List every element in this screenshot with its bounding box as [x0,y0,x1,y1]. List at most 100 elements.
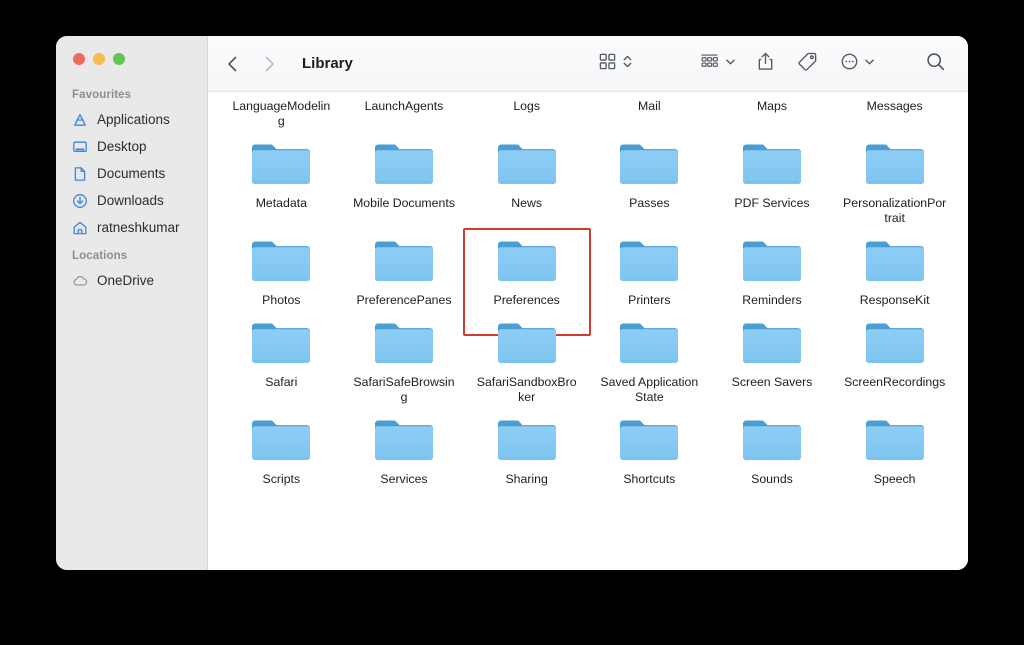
folder-icon [496,236,558,286]
folder-label: SafariSandboxBroker [476,375,577,404]
folder-item[interactable]: SafariSafeBrowsing [343,308,466,405]
folder-item[interactable]: Scripts [220,405,343,487]
folder-item[interactable]: ResponseKit [833,226,956,308]
folder-item[interactable]: Mail [588,92,711,129]
folder-item[interactable]: LaunchAgents [343,92,466,129]
folder-icon [250,236,312,286]
home-icon [72,220,88,236]
folder-item[interactable]: SafariSandboxBroker [465,308,588,405]
toolbar: Library [208,36,968,92]
sidebar-group-title: Favourites [72,89,132,101]
folder-item[interactable]: Mobile Documents [343,129,466,226]
sidebar-item-ratneshkumar[interactable]: ratneshkumar [56,214,207,241]
sidebar-item-onedrive[interactable]: OneDrive [56,267,207,294]
folder-item[interactable]: Shortcuts [588,405,711,487]
grid-view-icon [598,52,617,76]
folder-icon [618,236,680,286]
folder-label: PDF Services [734,196,810,210]
tag-icon [797,51,818,77]
folder-label: Scripts [262,472,301,486]
tag-button[interactable] [797,51,818,77]
sidebar-item-applications[interactable]: Applications [56,106,207,133]
folder-item[interactable]: Printers [588,226,711,308]
folder-label: Metadata [255,196,307,210]
more-options-button[interactable] [840,52,875,76]
sidebar-item-downloads[interactable]: Downloads [56,187,207,214]
folder-item[interactable]: LanguageModeling [220,92,343,129]
finder-window: Favourites Applications Desktop Documents Do… [56,36,968,570]
folder-icon [373,139,435,189]
folder-icon [496,318,558,368]
chevron-down-icon [864,52,875,76]
folder-item[interactable]: Sounds [711,405,834,487]
up-down-chevron-icon [622,52,633,76]
view-options-button[interactable] [598,52,633,76]
folder-icon [373,318,435,368]
folder-item[interactable]: Reminders [711,226,834,308]
folder-item-selected[interactable]: Preferences [462,226,591,336]
cloud-icon [72,273,88,289]
folder-item[interactable]: Services [343,405,466,487]
content-pane: Library LanguageModeling LaunchAgents Lo… [208,36,968,570]
minimize-button[interactable] [93,53,105,65]
folder-label: Passes [629,196,670,210]
folder-item[interactable]: Saved Application State [588,308,711,405]
folder-item[interactable]: Photos [220,226,343,308]
folder-item[interactable]: Speech [833,405,956,487]
sidebar-item-documents[interactable]: Documents [56,160,207,187]
folder-item[interactable]: Maps [711,92,834,129]
maximize-button[interactable] [113,53,125,65]
folder-label: LaunchAgents [364,99,444,113]
share-button[interactable] [756,51,775,77]
folder-icon [618,415,680,465]
sidebar-group-title: Locations [72,250,128,262]
folder-label: PersonalizationPortrait [843,196,947,225]
folder-item[interactable]: Screen Savers [711,308,834,405]
sidebar-item-desktop[interactable]: Desktop [56,133,207,160]
folder-item[interactable]: ScreenRecordings [833,308,956,405]
toolbar-actions [598,51,946,77]
more-options-icon [840,52,859,76]
folder-label: Logs [513,99,540,113]
sidebar-item-label: Applications [97,111,170,127]
sidebar-item-label: Desktop [97,138,147,154]
folder-icon [741,318,803,368]
folder-item[interactable]: News [465,129,588,226]
close-button[interactable] [73,53,85,65]
folder-icon [496,415,558,465]
file-grid-area: LanguageModeling LaunchAgents Logs Mail Maps… [208,92,968,570]
folder-label: PreferencePanes [356,293,452,307]
folder-label: Mail [638,99,661,113]
group-by-button[interactable] [699,52,736,76]
share-icon [756,51,775,77]
folder-label: Mobile Documents [353,196,455,210]
sidebar-item-label: OneDrive [97,272,155,288]
folder-icon [373,415,435,465]
folder-icon [618,318,680,368]
folder-item[interactable]: PDF Services [711,129,834,226]
folder-item[interactable]: Sharing [465,405,588,487]
chevron-left-icon[interactable] [222,53,244,75]
folder-label: Preferences [493,293,560,307]
folder-item[interactable]: PreferencePanes [343,226,466,308]
folder-label: Speech [873,472,916,486]
search-icon [925,51,946,77]
folder-item[interactable]: Metadata [220,129,343,226]
folder-label: News [511,196,543,210]
folder-item[interactable]: Logs [465,92,588,129]
window-controls [73,53,125,65]
folder-label: Screen Savers [731,375,813,389]
folder-item[interactable]: Messages [833,92,956,129]
chevron-down-icon [725,52,736,76]
sidebar: Favourites Applications Desktop Documents Do… [56,36,208,570]
folder-label: SafariSafeBrowsing [353,375,455,404]
folder-icon [250,139,312,189]
desktop-icon [72,139,88,155]
sidebar-item-label: Downloads [97,192,164,208]
folder-item[interactable]: Passes [588,129,711,226]
folder-item[interactable]: PersonalizationPortrait [833,129,956,226]
folder-item[interactable]: Safari [220,308,343,405]
search-button[interactable] [925,51,946,77]
chevron-right-icon[interactable] [258,53,280,75]
sidebar-item-label: Documents [97,165,166,181]
